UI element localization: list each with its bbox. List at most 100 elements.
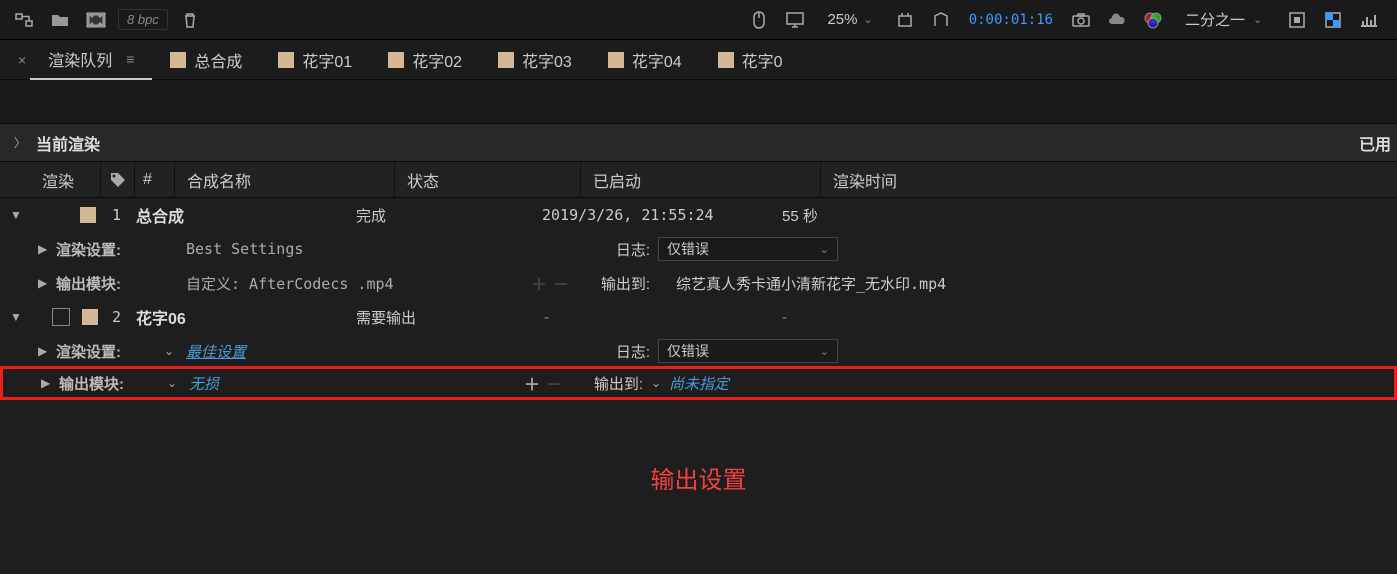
timecode[interactable]: 0:00:01:16 <box>963 12 1059 28</box>
top-toolbar: 8 bpc 25% ⌄ 0:00:01:16 <box>0 0 1397 40</box>
log-label: 日志: <box>578 239 658 260</box>
tab-comp-4[interactable]: 花字04 <box>590 40 700 80</box>
view-icon[interactable] <box>1355 8 1383 32</box>
tab-menu-icon[interactable]: ≡ <box>126 51 134 67</box>
add-output-button[interactable]: ＋ <box>522 373 542 393</box>
trash-icon[interactable] <box>176 8 204 32</box>
elapsed-label: 已用 <box>1359 131 1397 155</box>
item-started: - <box>542 308 782 326</box>
output-module-value[interactable]: 无损 <box>185 373 515 394</box>
chevron-down-icon[interactable]: ⌄ <box>167 376 185 390</box>
tab-render-queue[interactable]: 渲染队列 ≡ <box>30 40 152 80</box>
add-output-button[interactable]: ＋ <box>529 273 549 293</box>
disclosure-open-icon[interactable]: ▼ <box>10 208 28 222</box>
render-checkbox-cell <box>28 308 106 326</box>
render-checkbox-cell <box>28 207 106 223</box>
composition-icon[interactable] <box>82 8 110 32</box>
output-module-label: 输出模块: <box>56 273 164 294</box>
item-rendertime: 55 秒 <box>782 205 982 226</box>
output-to-value[interactable]: 尚未指定 <box>669 373 729 394</box>
composition-icon <box>388 52 404 68</box>
item-status: 完成 <box>356 205 542 226</box>
col-comp[interactable]: 合成名称 <box>174 162 394 197</box>
annotation-text: 输出设置 <box>0 460 1397 495</box>
log-value: 仅错误 <box>667 239 709 259</box>
render-settings-row: ▶ 渲染设置: ⌄ 最佳设置 日志: 仅错误 ⌄ <box>0 334 1397 368</box>
output-to-label: 输出到: <box>571 373 651 394</box>
item-number: 1 <box>106 206 136 224</box>
render-settings-label: 渲染设置: <box>56 341 164 362</box>
tab-comp-2[interactable]: 花字02 <box>370 40 480 80</box>
log-label: 日志: <box>578 341 658 362</box>
chevron-down-icon[interactable]: ⌄ <box>651 376 669 390</box>
resolution-dropdown[interactable]: 二分之一 ⌄ <box>1175 7 1275 32</box>
crop-icon[interactable] <box>891 8 919 32</box>
col-started[interactable]: 已启动 <box>580 162 820 197</box>
expand-arrow-icon[interactable]: 〉 <box>14 134 26 151</box>
queue-item-row[interactable]: ▼ 1 总合成 完成 2019/3/26, 21:55:24 55 秒 <box>0 198 1397 232</box>
queue-item-row[interactable]: ▼ 2 花字06 需要输出 - - <box>0 300 1397 334</box>
col-rendertime[interactable]: 渲染时间 <box>820 162 1070 197</box>
snapshot-icon[interactable] <box>1067 8 1095 32</box>
col-tag[interactable] <box>100 162 134 197</box>
output-module-row: ▶ 输出模块: 自定义: AfterCodecs .mp4 ＋ － 输出到: 综… <box>0 266 1397 300</box>
render-settings-row: ▶ 渲染设置: Best Settings 日志: 仅错误 ⌄ <box>0 232 1397 266</box>
mouse-icon[interactable] <box>745 8 773 32</box>
project-flow-icon[interactable] <box>10 8 38 32</box>
item-comp-name: 花字06 <box>136 305 356 329</box>
remove-output-button[interactable]: － <box>551 273 571 293</box>
composition-icon <box>608 52 624 68</box>
item-number: 2 <box>106 308 136 326</box>
tab-comp-0[interactable]: 总合成 <box>152 40 260 80</box>
mask-icon[interactable] <box>927 8 955 32</box>
current-render-label: 当前渲染 <box>36 131 1359 155</box>
tabs-bar: × 渲染队列 ≡ 总合成 花字01 花字02 花字03 花字04 花字0 <box>0 40 1397 80</box>
zoom-dropdown[interactable]: 25% ⌄ <box>817 9 882 30</box>
toolbar-left: 8 bpc <box>10 8 745 32</box>
tab-comp-1[interactable]: 花字01 <box>260 40 370 80</box>
tab-comp-3[interactable]: 花字03 <box>480 40 590 80</box>
region-icon[interactable] <box>1283 8 1311 32</box>
output-to-value[interactable]: 综艺真人秀卡通小清新花字_无水印.mp4 <box>676 273 946 294</box>
composition-icon <box>170 52 186 68</box>
cloud-icon[interactable] <box>1103 8 1131 32</box>
disclosure-closed-icon[interactable]: ▶ <box>38 344 56 358</box>
render-settings-value[interactable]: Best Settings <box>182 240 522 258</box>
disclosure-open-icon[interactable]: ▼ <box>10 310 28 324</box>
composition-icon <box>278 52 294 68</box>
render-settings-value[interactable]: 最佳设置 <box>182 341 522 362</box>
chevron-down-icon: ⌄ <box>820 243 829 256</box>
log-dropdown[interactable]: 仅错误 ⌄ <box>658 339 838 363</box>
close-tab-icon[interactable]: × <box>18 52 26 68</box>
disclosure-closed-icon[interactable]: ▶ <box>41 376 59 390</box>
col-num[interactable]: # <box>134 162 174 197</box>
disclosure-closed-icon[interactable]: ▶ <box>38 242 56 256</box>
tab-label: 花字03 <box>522 48 572 72</box>
label-swatch[interactable] <box>80 207 96 223</box>
monitor-icon[interactable] <box>781 8 809 32</box>
zoom-value: 25% <box>827 11 857 28</box>
tab-label: 花字04 <box>632 48 682 72</box>
col-status[interactable]: 状态 <box>394 162 580 197</box>
label-swatch[interactable] <box>82 309 98 325</box>
composition-icon <box>718 52 734 68</box>
chevron-down-icon[interactable]: ⌄ <box>164 344 182 358</box>
col-render[interactable]: 渲染 <box>0 162 100 197</box>
transparency-grid-icon[interactable] <box>1319 8 1347 32</box>
current-render-row[interactable]: 〉 当前渲染 已用 <box>0 124 1397 162</box>
channels-icon[interactable] <box>1139 8 1167 32</box>
bpc-label[interactable]: 8 bpc <box>118 9 168 30</box>
disclosure-closed-icon[interactable]: ▶ <box>38 276 56 290</box>
item-rendertime: - <box>782 309 982 326</box>
tab-comp-5[interactable]: 花字0 <box>700 40 801 80</box>
progress-area <box>0 80 1397 124</box>
queue-area: ▼ 1 总合成 完成 2019/3/26, 21:55:24 55 秒 ▶ 渲染… <box>0 198 1397 400</box>
remove-output-button[interactable]: － <box>544 373 564 393</box>
render-checkbox[interactable] <box>52 308 70 326</box>
chevron-down-icon: ⌄ <box>1253 13 1262 26</box>
folder-icon[interactable] <box>46 8 74 32</box>
chevron-down-icon: ⌄ <box>820 345 829 358</box>
log-dropdown[interactable]: 仅错误 ⌄ <box>658 237 838 261</box>
plus-minus-group: ＋ － <box>515 373 571 393</box>
output-module-value[interactable]: 自定义: AfterCodecs .mp4 <box>182 273 522 294</box>
